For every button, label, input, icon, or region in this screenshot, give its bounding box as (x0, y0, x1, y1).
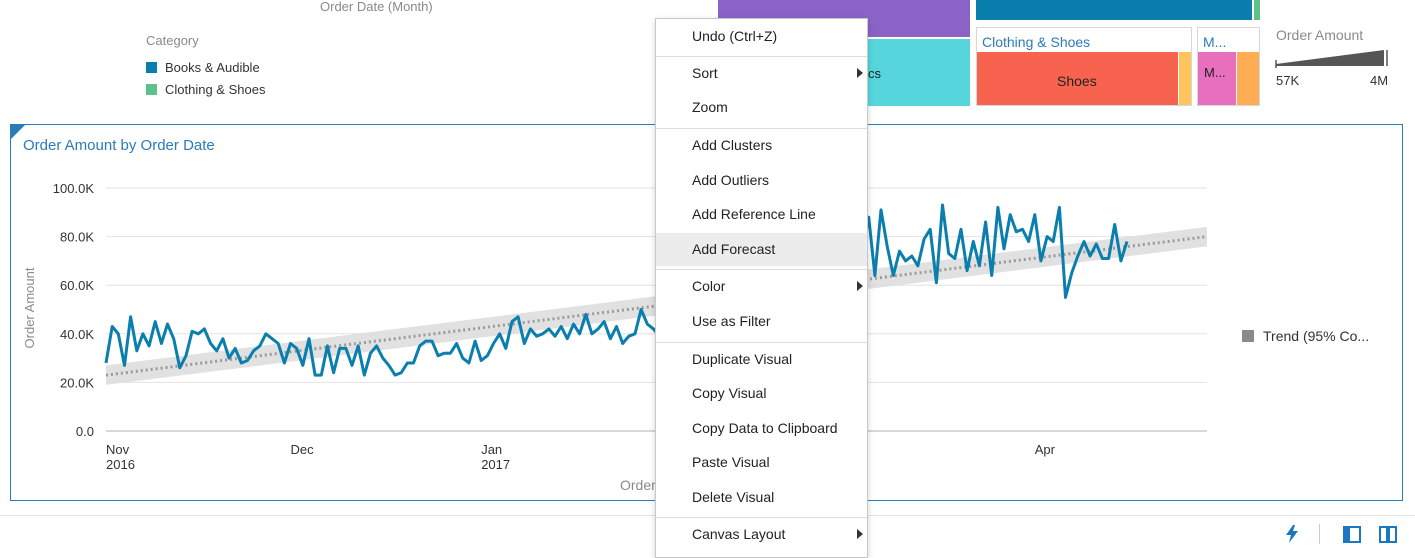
y-tick-label: 40.0K (60, 327, 94, 342)
toolbar-divider (1319, 524, 1320, 544)
menu-item-label: Add Forecast (692, 241, 776, 257)
submenu-arrow-icon (857, 68, 863, 78)
submenu-arrow-icon (857, 281, 863, 291)
menu-item-zoom[interactable]: Zoom (656, 91, 867, 124)
y-tick-label: 60.0K (60, 278, 94, 293)
menu-item-delete-visual[interactable]: Delete Visual (656, 481, 867, 514)
menu-item-label: Copy Visual (692, 385, 767, 401)
menu-item-add-reference-line[interactable]: Add Reference Line (656, 198, 867, 231)
menu-item-label: Color (692, 278, 726, 294)
x-axis-title-partial: Order (620, 477, 656, 493)
menu-item-label: Use as Filter (692, 313, 771, 329)
submenu-arrow-icon (857, 529, 863, 539)
x-tick-label: Jan (481, 442, 502, 457)
y-tick-label: 20.0K (60, 375, 94, 390)
menu-item-label: Add Outliers (692, 172, 770, 188)
x-tick-label: Nov (106, 442, 130, 457)
left-panel-icon[interactable] (1343, 526, 1361, 543)
menu-item-use-as-filter[interactable]: Use as Filter (656, 305, 867, 338)
x-tick-sublabel: 2016 (106, 457, 135, 472)
menu-item-add-clusters[interactable]: Add Clusters (656, 129, 867, 162)
menu-item-duplicate-visual[interactable]: Duplicate Visual (656, 343, 867, 376)
context-menu: Undo (Ctrl+Z) Sort Zoom Add Clusters Add Out… (655, 18, 868, 558)
menu-item-label: Zoom (692, 99, 728, 115)
menu-item-label: Canvas Layout (692, 526, 786, 542)
menu-item-label: Duplicate Visual (692, 351, 793, 367)
y-tick-label: 0.0 (76, 424, 94, 439)
y-tick-label: 80.0K (60, 230, 94, 245)
right-panel-icon[interactable] (1379, 526, 1397, 543)
menu-item-undo-ctrl-z[interactable]: Undo (Ctrl+Z) (656, 20, 867, 53)
menu-item-copy-visual[interactable]: Copy Visual (656, 377, 867, 410)
menu-item-label: Sort (692, 65, 718, 81)
y-tick-label: 100.0K (53, 181, 95, 196)
x-tick-label: Dec (291, 442, 315, 457)
x-tick-sublabel: 2017 (481, 457, 510, 472)
menu-item-color[interactable]: Color (656, 270, 867, 303)
menu-item-add-forecast[interactable]: Add Forecast (656, 233, 867, 266)
x-tick-label: Apr (1035, 442, 1056, 457)
menu-item-label: Add Reference Line (692, 206, 816, 222)
menu-item-canvas-layout[interactable]: Canvas Layout (656, 518, 867, 551)
menu-item-label: Copy Data to Clipboard (692, 420, 838, 436)
menu-item-label: Add Clusters (692, 137, 773, 153)
menu-item-label: Delete Visual (692, 489, 775, 505)
menu-item-sort[interactable]: Sort (656, 57, 867, 90)
menu-item-label: Undo (Ctrl+Z) (692, 28, 778, 44)
menu-item-paste-visual[interactable]: Paste Visual (656, 446, 867, 479)
lightning-icon[interactable] (1285, 525, 1299, 543)
menu-item-add-outliers[interactable]: Add Outliers (656, 164, 867, 197)
y-axis-title: Order Amount (22, 267, 37, 348)
menu-item-label: Paste Visual (692, 454, 770, 470)
menu-item-copy-data-to-clipboard[interactable]: Copy Data to Clipboard (656, 412, 867, 445)
